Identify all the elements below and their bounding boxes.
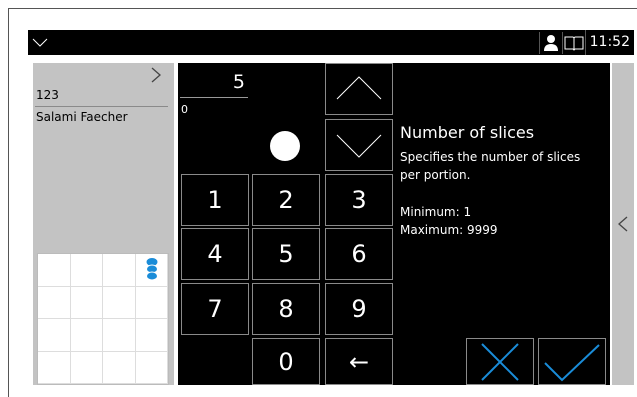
book-icon[interactable] <box>561 31 585 54</box>
slice-stack-icon <box>135 254 168 287</box>
parameter-description: Specifies the number of slices per porti… <box>400 150 581 182</box>
clock-label: 11:52 <box>584 30 634 55</box>
confirm-button[interactable] <box>538 338 606 385</box>
parameter-minimum: Minimum: 1 <box>400 205 472 219</box>
backspace-key[interactable]: ← <box>325 338 393 385</box>
key-1[interactable]: 1 <box>181 174 249 226</box>
portion-grid <box>37 253 169 385</box>
value-display: 5 0 <box>178 63 250 119</box>
key-3[interactable]: 3 <box>325 174 393 226</box>
key-4[interactable]: 4 <box>181 228 249 280</box>
product-name: Salami Faecher <box>36 110 128 124</box>
key-0[interactable]: 0 <box>252 338 320 385</box>
top-bar: 11:52 <box>28 30 634 55</box>
chevron-up-icon <box>336 76 382 100</box>
parameter-info: Number of slices Specifies the number of… <box>400 123 600 237</box>
side-panel-toggle[interactable] <box>612 63 634 385</box>
previous-value: 0 <box>181 103 188 116</box>
product-number: 123 <box>36 88 59 102</box>
cancel-button[interactable] <box>466 338 534 385</box>
divider <box>35 106 168 107</box>
current-value: 5 <box>232 71 245 93</box>
status-indicator <box>270 131 300 161</box>
parameter-maximum: Maximum: 9999 <box>400 223 498 237</box>
chevron-right-icon[interactable] <box>150 66 162 84</box>
key-9[interactable]: 9 <box>325 283 393 335</box>
numeric-input-panel: 5 0 1 2 3 4 5 6 7 8 9 0 ← Number of slic… <box>178 63 610 385</box>
parameter-title: Number of slices <box>400 123 535 142</box>
chevron-down-icon[interactable] <box>31 33 49 51</box>
close-icon <box>481 342 519 381</box>
key-5[interactable]: 5 <box>252 228 320 280</box>
display-underline <box>180 97 248 98</box>
key-6[interactable]: 6 <box>325 228 393 280</box>
key-2[interactable]: 2 <box>252 174 320 226</box>
user-icon[interactable] <box>538 31 562 54</box>
decrement-button[interactable] <box>325 119 393 171</box>
product-panel[interactable]: 123 Salami Faecher <box>33 63 174 385</box>
chevron-down-icon <box>336 134 382 158</box>
key-8[interactable]: 8 <box>252 283 320 335</box>
checkmark-icon <box>544 343 600 381</box>
increment-button[interactable] <box>325 63 393 115</box>
chevron-left-icon <box>618 216 628 232</box>
key-7[interactable]: 7 <box>181 283 249 335</box>
